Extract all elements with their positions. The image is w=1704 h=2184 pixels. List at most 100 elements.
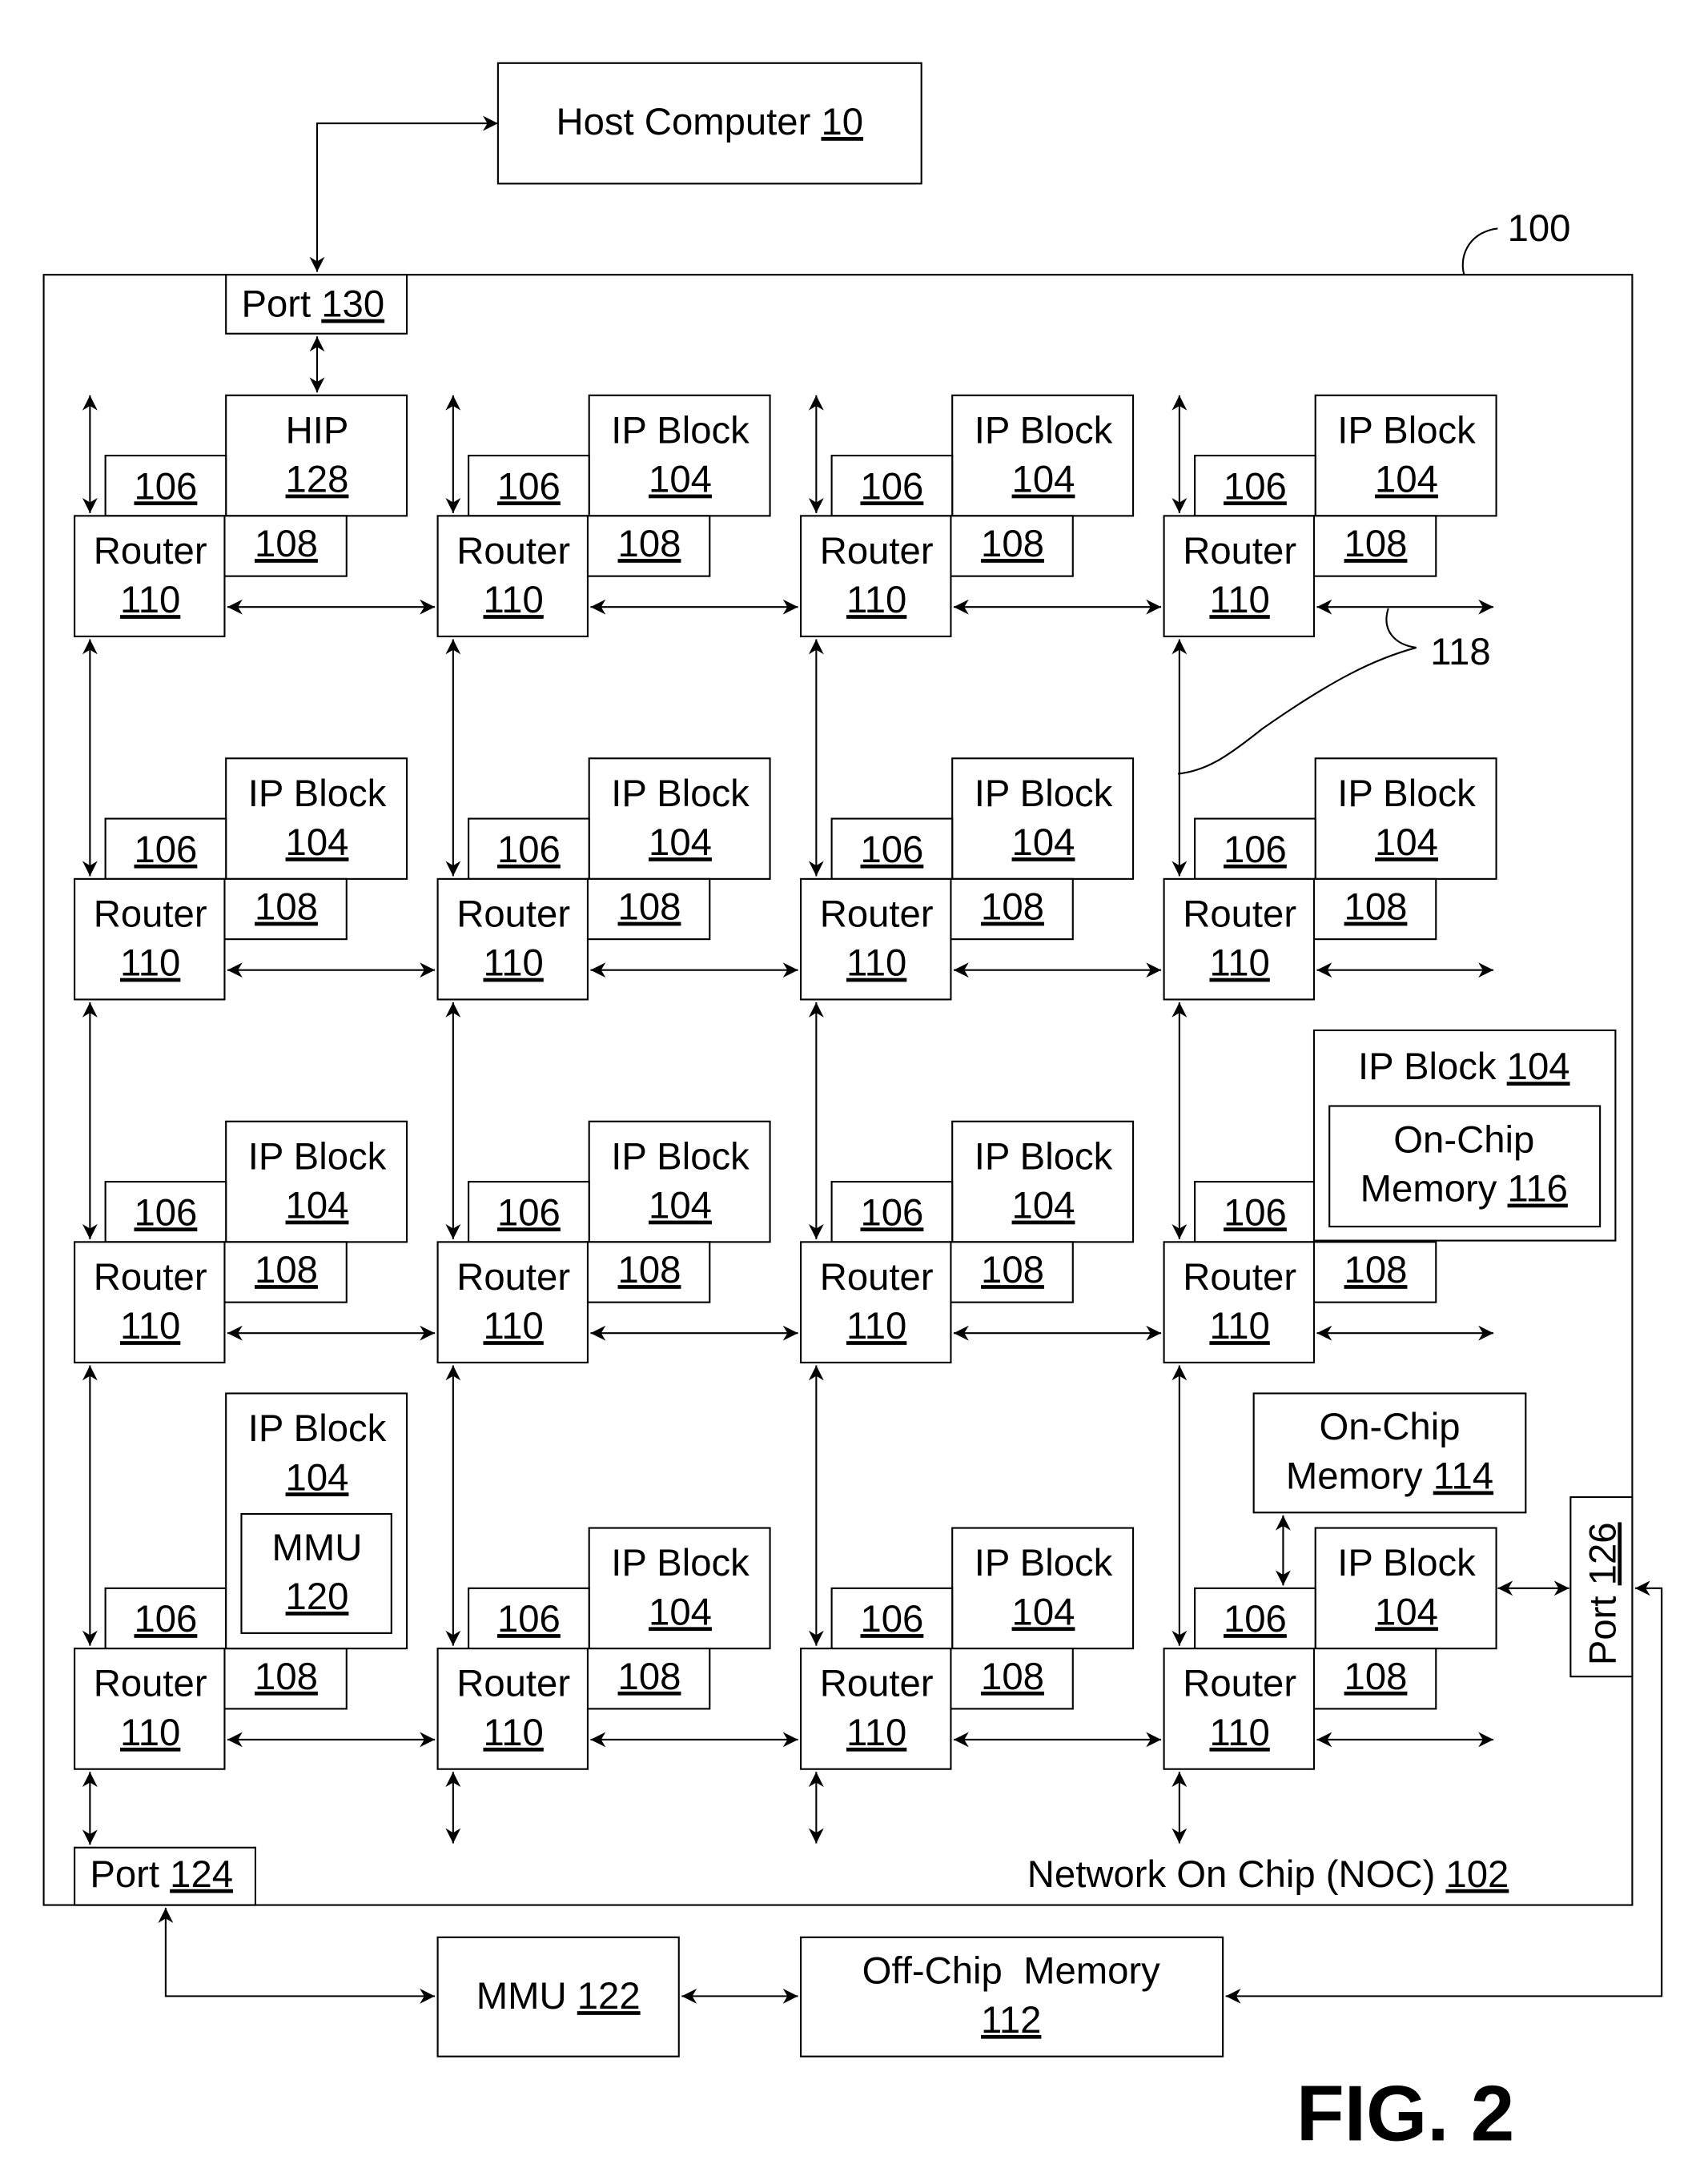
svg-text:110: 110 [483,1712,543,1754]
svg-text:IP Block: IP Block [1337,773,1476,815]
network-interface-108: 108 [1312,1648,1437,1710]
svg-text:108: 108 [255,886,318,929]
network-interface-108: 108 [1312,877,1437,941]
svg-text:104: 104 [1012,1591,1075,1633]
svg-text:106: 106 [1224,1191,1287,1234]
onchip-memory-114: On-Chip Memory 114 [1252,1392,1527,1514]
memory-interface-106: 106 [468,1587,590,1650]
svg-text:108: 108 [618,1656,681,1698]
tile-r2-c3: IP Block 104 106 108 Router 110 [800,639,1162,1001]
memory-interface-106: 106 [1194,817,1316,880]
svg-text:110: 110 [120,942,180,985]
svg-text:IP Block: IP Block [975,1542,1113,1584]
tile-r4-c2: IP Block 104 106 108 Router 110 [436,1365,798,1844]
svg-text:Port 130: Port 130 [241,283,384,326]
svg-text:HIP: HIP [286,409,349,452]
noc-diagram: Host Computer 10 100 Port 130 HIP 128 106 1… [42,62,1663,2158]
svg-text:106: 106 [1224,1598,1287,1640]
svg-text:MMU: MMU [272,1527,363,1569]
memory-interface-106: 106 [468,817,590,880]
memory-interface-106: 106 [468,455,590,517]
svg-text:IP Block: IP Block [975,1135,1113,1178]
network-interface-108: 108 [586,877,711,941]
tile-r1-c1: HIP 128 106 108 Router 110 [74,394,436,637]
svg-text:108: 108 [981,1656,1044,1698]
svg-text:Router: Router [456,893,570,935]
port-124: Port 124 [74,1846,257,1906]
network-interface-108: 108 [950,1241,1074,1303]
network-interface-108: 108 [1312,515,1437,577]
svg-text:106: 106 [134,465,197,508]
svg-text:Router: Router [94,893,207,935]
network-interface-108: 108 [586,1241,711,1303]
ip-block: IP Block 104 [951,1120,1135,1243]
memory-interface-106: 106 [104,455,227,517]
memory-interface-106: 106 [830,1181,954,1243]
svg-text:110: 110 [120,1305,180,1347]
svg-text:120: 120 [286,1576,349,1618]
svg-text:104: 104 [286,1185,349,1227]
svg-text:Router: Router [94,1256,207,1299]
svg-text:104: 104 [1012,821,1075,864]
chip-leader-line [1461,227,1498,275]
mmu-122: MMU 122 [436,1936,680,2058]
svg-text:Port 126: Port 126 [1581,1522,1624,1665]
network-interface-108: 108 [950,877,1074,941]
svg-text:110: 110 [1209,579,1269,621]
network-interface-108: 108 [223,1241,348,1303]
svg-text:Router: Router [1183,1663,1296,1705]
svg-text:106: 106 [860,1191,923,1234]
svg-text:110: 110 [120,579,180,621]
tile-r3-c3: IP Block 104 106 108 Router 110 [800,1002,1162,1363]
svg-text:106: 106 [860,465,923,508]
svg-text:Router: Router [1183,1256,1296,1299]
svg-text:110: 110 [1209,942,1269,985]
router-110: Router 110 [800,1241,952,1363]
svg-text:108: 108 [981,886,1044,929]
noc-label: Network On Chip (NOC) 102 [1027,1853,1509,1896]
svg-text:On-Chip: On-Chip [1319,1406,1460,1448]
tile-r2-c4: IP Block 104 106 108 Router 110 [1163,639,1497,1001]
svg-text:Router: Router [94,1663,207,1705]
memory-interface-106: 106 [830,455,954,517]
router-110: Router 110 [74,1648,226,1770]
offchip-memory-112: Off-Chip Memory 112 [800,1936,1224,2058]
svg-text:108: 108 [1344,1249,1408,1291]
svg-text:104: 104 [1375,1591,1438,1633]
svg-text:110: 110 [1209,1305,1269,1347]
svg-text:112: 112 [981,1999,1041,2041]
svg-text:104: 104 [1012,459,1075,501]
tile-r1-c3: IP Block 104 106 108 Router 110 [800,394,1162,637]
svg-text:106: 106 [134,1598,197,1640]
router-110: Router 110 [436,1241,589,1363]
svg-text:128: 128 [286,459,349,501]
ip-block: IP Block 104 [588,394,771,517]
svg-text:Host Computer 10: Host Computer 10 [556,101,863,143]
svg-text:104: 104 [286,821,349,864]
svg-text:110: 110 [1209,1712,1269,1754]
svg-text:104: 104 [1012,1185,1075,1227]
svg-text:108: 108 [255,523,318,565]
tile-r2-c1: IP Block 104 106 108 Router 110 [74,639,436,1001]
svg-text:110: 110 [846,942,906,985]
svg-text:104: 104 [286,1456,349,1499]
svg-text:Router: Router [456,1663,570,1705]
router-110: Router 110 [1163,1648,1315,1770]
tile-r1-c4: IP Block 104 106 108 Router 110 [1163,394,1497,637]
svg-text:106: 106 [497,465,561,508]
svg-text:108: 108 [255,1656,318,1698]
router-110: Router 110 [1163,877,1315,1001]
svg-text:Router: Router [820,1256,934,1299]
svg-text:IP Block: IP Block [1337,409,1476,452]
ip-block: IP Block 104 [588,1120,771,1243]
svg-text:Off-Chip Memory: Off-Chip Memory [862,1950,1160,1993]
svg-text:104: 104 [1375,821,1438,864]
ip-block: IP Block 104 [951,757,1135,880]
svg-text:110: 110 [483,1305,543,1347]
chip-ref: 100 [1508,207,1571,250]
svg-text:106: 106 [497,829,561,871]
svg-text:IP Block: IP Block [248,773,387,815]
network-interface-108: 108 [223,1648,348,1710]
port-126: Port 126 [1569,1495,1634,1678]
svg-text:IP Block: IP Block [975,773,1113,815]
